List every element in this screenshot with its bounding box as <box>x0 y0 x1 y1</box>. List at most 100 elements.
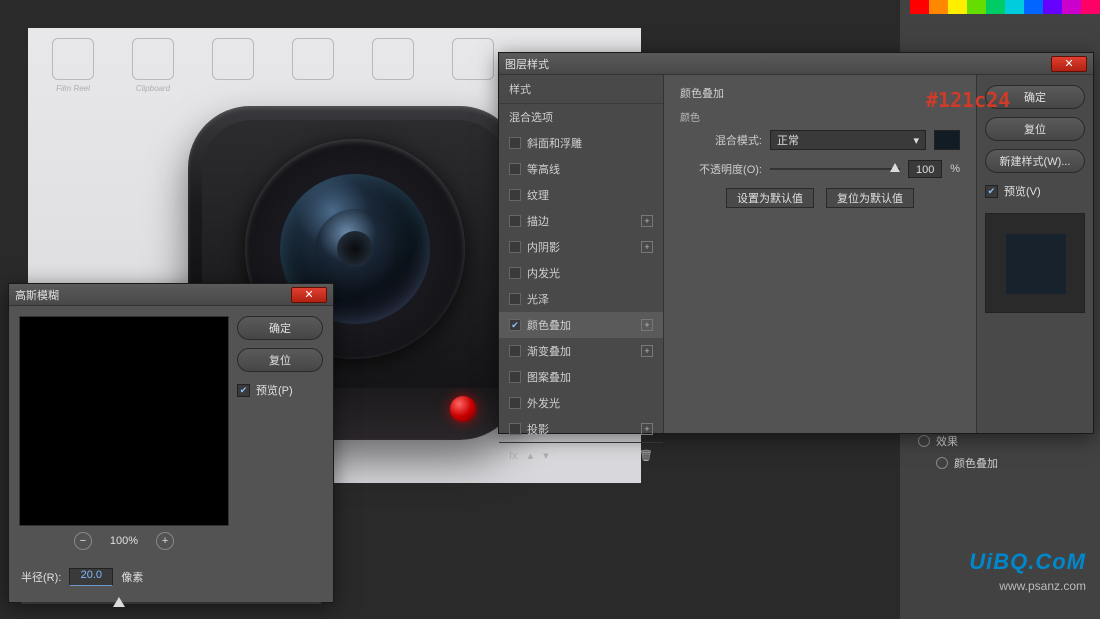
style-item-label: 投影 <box>527 421 549 437</box>
style-item-label: 纹理 <box>527 187 549 203</box>
opacity-unit: % <box>950 163 960 175</box>
style-item-label: 图案叠加 <box>527 369 571 385</box>
layer-color-overlay-row[interactable]: 颜色叠加 <box>914 452 1094 474</box>
arrow-down-icon[interactable]: ▾ <box>543 449 549 462</box>
arrow-up-icon[interactable]: ▴ <box>528 449 534 462</box>
style-item-label: 斜面和浮雕 <box>527 135 582 151</box>
radius-slider[interactable] <box>21 594 321 612</box>
color-swatch[interactable] <box>934 130 960 150</box>
chevron-down-icon: ▾ <box>913 134 919 147</box>
ok-button[interactable]: 确定 <box>237 316 323 340</box>
style-item-label: 内阴影 <box>527 239 560 255</box>
new-style-button[interactable]: 新建样式(W)... <box>985 149 1085 173</box>
add-instance-button[interactable]: + <box>641 215 653 227</box>
add-instance-button[interactable]: + <box>641 241 653 253</box>
style-settings-panel: 颜色叠加 颜色 混合模式: 正常 ▾ 不透明度(O): 100 % <box>664 75 976 433</box>
style-item-label: 颜色叠加 <box>527 317 571 333</box>
style-checkbox[interactable] <box>509 345 521 357</box>
style-checkbox[interactable] <box>509 215 521 227</box>
style-item-label: 描边 <box>527 213 549 229</box>
blend-mode-label: 混合模式: <box>680 132 762 148</box>
style-item[interactable]: 颜色叠加 + <box>499 312 663 338</box>
style-item-label: 内发光 <box>527 265 560 281</box>
blending-options-item[interactable]: 混合选项 <box>499 104 663 130</box>
reset-default-button[interactable]: 复位为默认值 <box>826 188 914 208</box>
style-item[interactable]: 内阴影 + <box>499 234 663 260</box>
style-item-label: 等高线 <box>527 161 560 177</box>
watermark-psanz: www.psanz.com <box>999 579 1086 593</box>
radius-label: 半径(R): <box>21 569 61 585</box>
trash-icon[interactable]: 🗑 <box>639 449 653 462</box>
style-item[interactable]: 纹理 <box>499 182 663 208</box>
preview-label: 预览(P) <box>256 382 293 398</box>
style-checkbox[interactable] <box>509 371 521 383</box>
radius-input[interactable]: 20.0 <box>69 568 113 586</box>
style-item-label: 渐变叠加 <box>527 343 571 359</box>
dialog-title: 图层样式 <box>505 56 549 72</box>
dialog-titlebar[interactable]: 高斯模糊 ✕ <box>9 284 333 306</box>
style-item[interactable]: 光泽 <box>499 286 663 312</box>
style-item-label: 外发光 <box>527 395 560 411</box>
style-item[interactable]: 投影 + <box>499 416 663 442</box>
style-preview <box>985 213 1085 313</box>
reset-button[interactable]: 复位 <box>985 117 1085 141</box>
opacity-input[interactable]: 100 <box>908 160 942 178</box>
style-checkbox[interactable] <box>509 293 521 305</box>
reset-button[interactable]: 复位 <box>237 348 323 372</box>
style-checkbox[interactable] <box>509 397 521 409</box>
add-instance-button[interactable]: + <box>641 423 653 435</box>
style-item[interactable]: 渐变叠加 + <box>499 338 663 364</box>
layers-panel[interactable]: 效果 颜色叠加 <box>914 430 1094 474</box>
style-checkbox[interactable] <box>509 163 521 175</box>
dialog-title: 高斯模糊 <box>15 287 59 303</box>
slider-thumb-icon[interactable] <box>890 163 900 172</box>
blend-mode-select[interactable]: 正常 ▾ <box>770 130 926 150</box>
style-item[interactable]: 等高线 <box>499 156 663 182</box>
style-checkbox[interactable] <box>509 319 521 331</box>
style-checkbox[interactable] <box>509 267 521 279</box>
set-default-button[interactable]: 设置为默认值 <box>726 188 814 208</box>
watermark-uibq: UiBQ.CoM <box>969 549 1086 575</box>
minus-icon: − <box>80 535 86 547</box>
style-checkbox[interactable] <box>509 241 521 253</box>
close-button[interactable]: ✕ <box>291 287 327 303</box>
color-overlay-label: 颜色叠加 <box>954 455 998 471</box>
style-item[interactable]: 斜面和浮雕 <box>499 130 663 156</box>
style-item[interactable]: 外发光 <box>499 390 663 416</box>
visibility-eye-icon[interactable] <box>918 435 930 447</box>
section-title: 颜色叠加 <box>680 85 960 101</box>
add-instance-button[interactable]: + <box>641 345 653 357</box>
style-checkbox[interactable] <box>509 189 521 201</box>
dialog-titlebar[interactable]: 图层样式 ✕ <box>499 53 1093 75</box>
hex-annotation: #121c24 <box>926 88 1010 112</box>
opacity-label: 不透明度(O): <box>680 161 762 177</box>
add-instance-button[interactable]: + <box>641 319 653 331</box>
style-item[interactable]: 描边 + <box>499 208 663 234</box>
style-item-label: 光泽 <box>527 291 549 307</box>
close-icon: ✕ <box>304 288 313 301</box>
section-sub: 颜色 <box>680 109 960 124</box>
opacity-slider[interactable] <box>770 160 900 178</box>
close-button[interactable]: ✕ <box>1051 56 1087 72</box>
filter-preview-area[interactable] <box>19 316 229 526</box>
preview-checkbox[interactable] <box>237 384 250 397</box>
gaussian-blur-dialog: 高斯模糊 ✕ − 100% + 确定 复位 预览(P) 半径(R): 20.0 … <box>8 283 334 603</box>
visibility-eye-icon[interactable] <box>936 457 948 469</box>
fx-label[interactable]: fx <box>509 450 518 462</box>
slider-thumb-icon[interactable] <box>113 597 125 607</box>
style-item[interactable]: 图案叠加 <box>499 364 663 390</box>
zoom-out-button[interactable]: − <box>74 532 92 550</box>
zoom-percent: 100% <box>110 535 138 547</box>
zoom-in-button[interactable]: + <box>156 532 174 550</box>
recording-light-icon <box>450 396 476 422</box>
style-list: 样式 混合选项 斜面和浮雕等高线纹理描边 + 内阴影 + 内发光光泽颜色叠加 + 渐变叠加 +… <box>499 75 664 433</box>
dialog-actions: 确定 复位 新建样式(W)... 预览(V) <box>976 75 1093 433</box>
style-checkbox[interactable] <box>509 423 521 435</box>
preview-label: 预览(V) <box>1004 183 1041 199</box>
preview-checkbox[interactable] <box>985 185 998 198</box>
swatches-panel[interactable] <box>910 0 1100 28</box>
style-checkbox[interactable] <box>509 137 521 149</box>
styles-header[interactable]: 样式 <box>499 75 663 104</box>
style-item[interactable]: 内发光 <box>499 260 663 286</box>
close-icon: ✕ <box>1064 57 1073 70</box>
